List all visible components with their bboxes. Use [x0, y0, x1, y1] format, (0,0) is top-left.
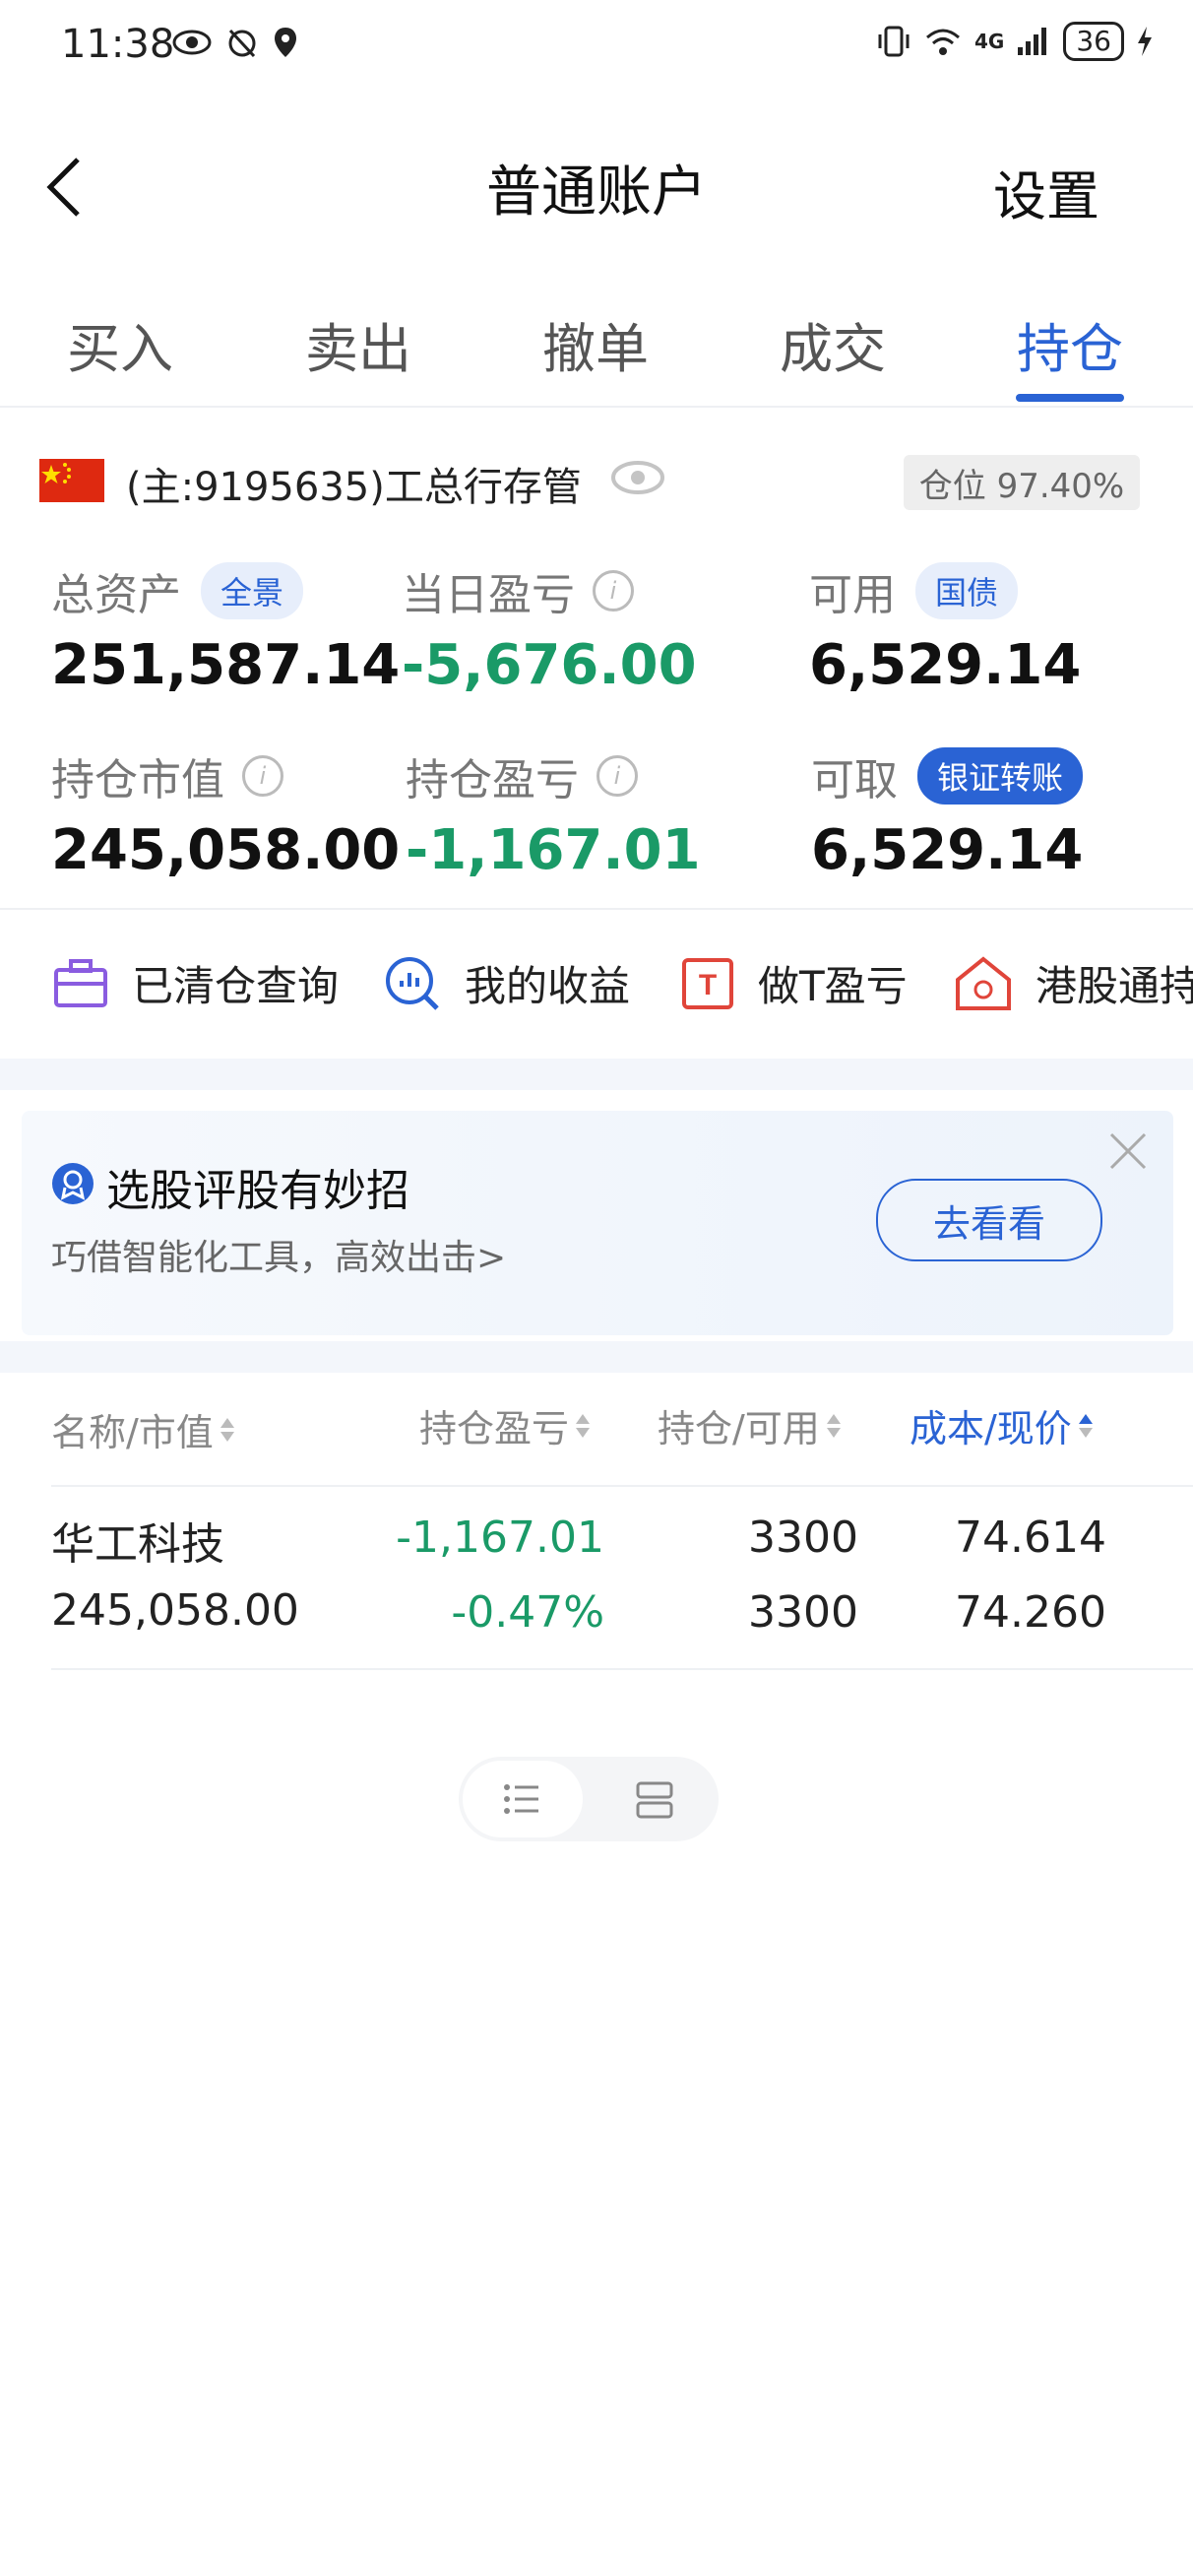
sort-icon — [826, 1413, 841, 1438]
available-label: 可用 — [809, 570, 896, 620]
quick-action-hk-connect[interactable]: 港股通持 — [955, 953, 1193, 1013]
divider — [51, 1668, 1193, 1670]
available-header: 可用 国债 — [809, 559, 1019, 622]
t-box-icon: T — [682, 957, 733, 1009]
info-icon[interactable]: i — [596, 755, 638, 797]
total-assets-label: 总资产 — [51, 570, 181, 620]
promo-subtitle[interactable]: 巧借智能化工具，高效出击> — [51, 1229, 506, 1280]
quick-action-label: 我的收益 — [465, 962, 631, 1010]
battery-level: 36 — [1063, 22, 1124, 61]
withdrawable-label: 可取 — [811, 755, 898, 805]
status-icons — [172, 26, 298, 59]
quick-action-label: 已清仓查询 — [132, 962, 340, 1010]
charging-icon — [1138, 27, 1152, 56]
status-time: 11:38 — [61, 22, 175, 67]
table-row[interactable]: 华工科技 245,058.00 -1,167.01 -0.47% 3300 33… — [0, 1487, 1193, 1670]
header-label: 持仓盈亏 — [419, 1407, 570, 1450]
card-view-icon — [636, 1781, 673, 1819]
section-gap — [0, 1059, 1193, 1090]
position-ratio-badge: 仓位 97.40% — [904, 455, 1140, 510]
card-view-button[interactable] — [635, 1780, 674, 1824]
quick-action-cleared-query[interactable]: 已清仓查询 — [53, 953, 339, 1013]
network-type: 4G — [974, 30, 1005, 53]
stock-name: 华工科技 — [51, 1519, 224, 1570]
info-icon[interactable]: i — [593, 570, 634, 612]
market-value-header: 持仓市值 i — [51, 744, 283, 807]
vibrate-icon — [878, 26, 910, 57]
market-value-value: 245,058.00 — [51, 818, 401, 882]
header-cost-price[interactable]: 成本/现价 — [910, 1398, 1094, 1452]
list-icon — [504, 1784, 538, 1814]
tab-holdings[interactable]: 持仓 — [1017, 305, 1123, 383]
list-view-button[interactable] — [463, 1761, 583, 1837]
quick-action-label: 港股通持 — [1036, 962, 1193, 1010]
account-name[interactable]: (主:9195635)工总行存管 — [126, 455, 582, 512]
svg-text:T: T — [699, 969, 717, 1001]
award-icon — [51, 1162, 94, 1209]
status-right: 4G 36 — [876, 22, 1154, 61]
header-label: 名称/市值 — [51, 1411, 214, 1454]
sort-icon — [1078, 1413, 1093, 1438]
daily-pnl-value: -5,676.00 — [402, 633, 697, 697]
settings-button[interactable]: 设置 — [993, 153, 1099, 230]
available-value: 6,529.14 — [809, 633, 1082, 697]
header-label: 持仓/可用 — [658, 1407, 820, 1450]
daily-pnl-header: 当日盈亏 i — [402, 559, 634, 622]
quick-action-my-earnings[interactable]: 我的收益 — [384, 953, 630, 1013]
location-icon — [275, 28, 296, 57]
china-flag-icon — [39, 459, 104, 502]
close-icon[interactable] — [1107, 1130, 1149, 1176]
withdrawable-value: 6,529.14 — [811, 818, 1084, 882]
stock-qty: 3300 — [748, 1513, 858, 1563]
eye-toggle-icon[interactable] — [610, 458, 665, 501]
header-qty-available[interactable]: 持仓/可用 — [658, 1398, 842, 1452]
active-tab-indicator — [1016, 394, 1124, 402]
withdrawable-header: 可取 银证转账 — [811, 744, 1084, 807]
tab-buy[interactable]: 买入 — [67, 305, 173, 383]
eye-status-icon — [172, 30, 212, 55]
briefcase-icon — [54, 958, 107, 1007]
position-pnl-label: 持仓盈亏 — [406, 755, 579, 805]
promo-title: 选股评股有妙招 — [106, 1166, 409, 1216]
alarm-off-icon — [228, 29, 256, 58]
wifi-icon — [926, 29, 961, 55]
daily-pnl-label: 当日盈亏 — [402, 570, 575, 620]
quick-action-t-trade-pnl[interactable]: T 做T盈亏 — [681, 953, 908, 1013]
section-gap — [0, 1341, 1193, 1373]
tab-sell[interactable]: 卖出 — [305, 305, 411, 383]
total-assets-header: 总资产 全景 — [51, 559, 304, 622]
stock-cost: 74.614 — [955, 1513, 1106, 1563]
quick-action-label: 做T盈亏 — [758, 962, 908, 1010]
tab-bar: 买入 卖出 撤单 成交 持仓 — [0, 295, 1193, 408]
total-assets-value: 251,587.14 — [51, 633, 401, 697]
stock-pnl: -1,167.01 — [396, 1513, 604, 1563]
header-position-pnl[interactable]: 持仓盈亏 — [419, 1398, 591, 1452]
treasury-bond-chip[interactable]: 国债 — [915, 562, 1019, 619]
stock-market-value: 245,058.00 — [51, 1585, 299, 1636]
hk-home-icon — [956, 955, 1011, 1010]
signal-icon — [1018, 28, 1047, 55]
stock-price: 74.260 — [955, 1587, 1106, 1638]
header-name-value[interactable]: 名称/市值 — [51, 1402, 235, 1456]
stock-pnl-pct: -0.47% — [451, 1587, 604, 1638]
divider — [0, 908, 1193, 910]
info-icon[interactable]: i — [242, 755, 283, 797]
tab-deals[interactable]: 成交 — [780, 305, 886, 383]
promo-go-button[interactable]: 去看看 — [876, 1179, 1102, 1261]
sort-icon — [220, 1417, 234, 1442]
tab-cancel-order[interactable]: 撤单 — [542, 305, 649, 383]
header-label: 成本/现价 — [910, 1407, 1072, 1450]
sort-icon — [576, 1413, 591, 1438]
bank-transfer-button[interactable]: 银证转账 — [917, 747, 1084, 805]
position-pnl-value: -1,167.01 — [406, 818, 701, 882]
chart-search-icon — [386, 956, 439, 1010]
market-value-label: 持仓市值 — [51, 755, 224, 805]
overview-chip[interactable]: 全景 — [201, 562, 304, 619]
stock-available: 3300 — [748, 1587, 858, 1638]
position-pnl-header: 持仓盈亏 i — [406, 744, 638, 807]
